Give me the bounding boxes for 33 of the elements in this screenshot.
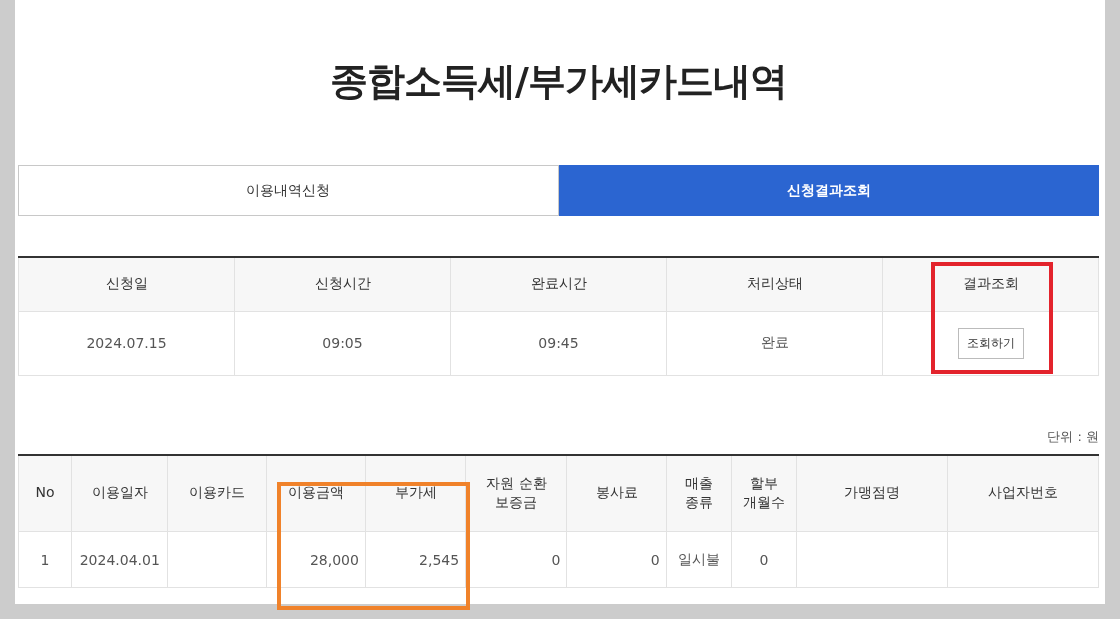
table-cell: 28,000 bbox=[309, 551, 359, 568]
column-header: 사업자번호 bbox=[947, 454, 1099, 532]
table-cell: 완료 bbox=[666, 311, 883, 375]
column-header: 이용카드 bbox=[167, 454, 267, 532]
column-header: No bbox=[18, 454, 72, 532]
table-cell: 09:05 bbox=[234, 311, 451, 375]
table-cell: 1 bbox=[40, 551, 50, 568]
tab[interactable]: 신청결과조회 bbox=[558, 165, 1099, 216]
table-cell: 2024.07.15 bbox=[18, 311, 235, 375]
view-button[interactable]: 조회하기 bbox=[957, 327, 1024, 359]
column-header: 이용일자 bbox=[71, 454, 168, 532]
column-header: 가맹점명 bbox=[796, 454, 947, 532]
table-cell: 09:45 bbox=[450, 311, 667, 375]
column-header: 부가세 bbox=[365, 454, 466, 532]
table-cell: 0 bbox=[759, 551, 769, 568]
table-cell: 2024.04.01 bbox=[79, 551, 160, 568]
table-cell: 일시불 bbox=[677, 550, 720, 567]
column-header: 매출 종류 bbox=[666, 454, 732, 532]
table-cell: 0 bbox=[650, 551, 660, 568]
tab[interactable]: 이용내역신청 bbox=[18, 165, 559, 216]
column-header: 자원 순환 보증금 bbox=[465, 454, 567, 532]
column-header: 결과조회 bbox=[882, 257, 1099, 311]
column-header: 이용금액 bbox=[266, 454, 366, 532]
table-cell: 2,545 bbox=[419, 551, 460, 568]
page-title: 종합소득세/부가세카드내역 bbox=[329, 58, 788, 105]
column-header: 완료시간 bbox=[450, 257, 667, 311]
unit-label: 단위 : 원 bbox=[1047, 427, 1099, 446]
column-header: 처리상태 bbox=[666, 257, 883, 311]
column-header: 신청시간 bbox=[234, 257, 451, 311]
column-header: 신청일 bbox=[18, 257, 235, 311]
column-header: 할부 개월수 bbox=[731, 454, 797, 532]
column-header: 봉사료 bbox=[567, 454, 667, 532]
table-cell: 0 bbox=[551, 551, 561, 568]
